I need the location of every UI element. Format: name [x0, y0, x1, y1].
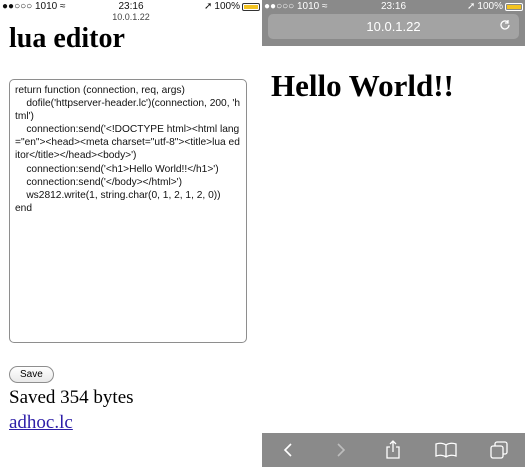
hello-heading: Hello World!!: [271, 68, 454, 103]
right-phone-screen: ●●○○○ 1010 ≈ 23:16 ➚ 100% 10.0.1.22 Hell…: [262, 0, 525, 467]
browser-top-bar: ●●○○○ 1010 ≈ 23:16 ➚ 100% 10.0.1.22: [262, 0, 525, 46]
status-bar: ●●○○○ 1010 ≈ 23:16 ➚ 100%: [262, 0, 525, 13]
browser-toolbar: [262, 433, 525, 467]
page-title: lua editor: [9, 23, 125, 54]
battery-indicator: ➚ 100%: [467, 0, 523, 13]
reload-icon[interactable]: [499, 14, 511, 39]
address-bar[interactable]: 10.0.1.22: [268, 14, 519, 39]
share-icon[interactable]: [378, 435, 408, 465]
file-link[interactable]: adhoc.lc: [9, 412, 73, 434]
back-icon[interactable]: [273, 435, 303, 465]
tabs-icon[interactable]: [484, 435, 514, 465]
address-text: 10.0.1.22: [366, 19, 421, 34]
location-icon: ➚: [467, 1, 476, 12]
battery-icon: [505, 2, 523, 11]
page-url: 10.0.1.22: [112, 12, 150, 22]
web-content: Hello World!!: [262, 46, 525, 433]
code-editor-textarea[interactable]: return function (connection, req, args) …: [9, 79, 247, 343]
battery-icon: [242, 2, 260, 11]
save-status: Saved 354 bytes: [9, 387, 134, 408]
bookmarks-icon[interactable]: [431, 435, 461, 465]
battery-percent: 100%: [477, 1, 503, 12]
left-phone-screen: ●●○○○ 1010 ≈ 23:16 ➚ 100% 10.0.1.22 lua …: [0, 0, 262, 467]
save-button[interactable]: Save: [9, 366, 54, 383]
forward-icon[interactable]: [326, 435, 356, 465]
